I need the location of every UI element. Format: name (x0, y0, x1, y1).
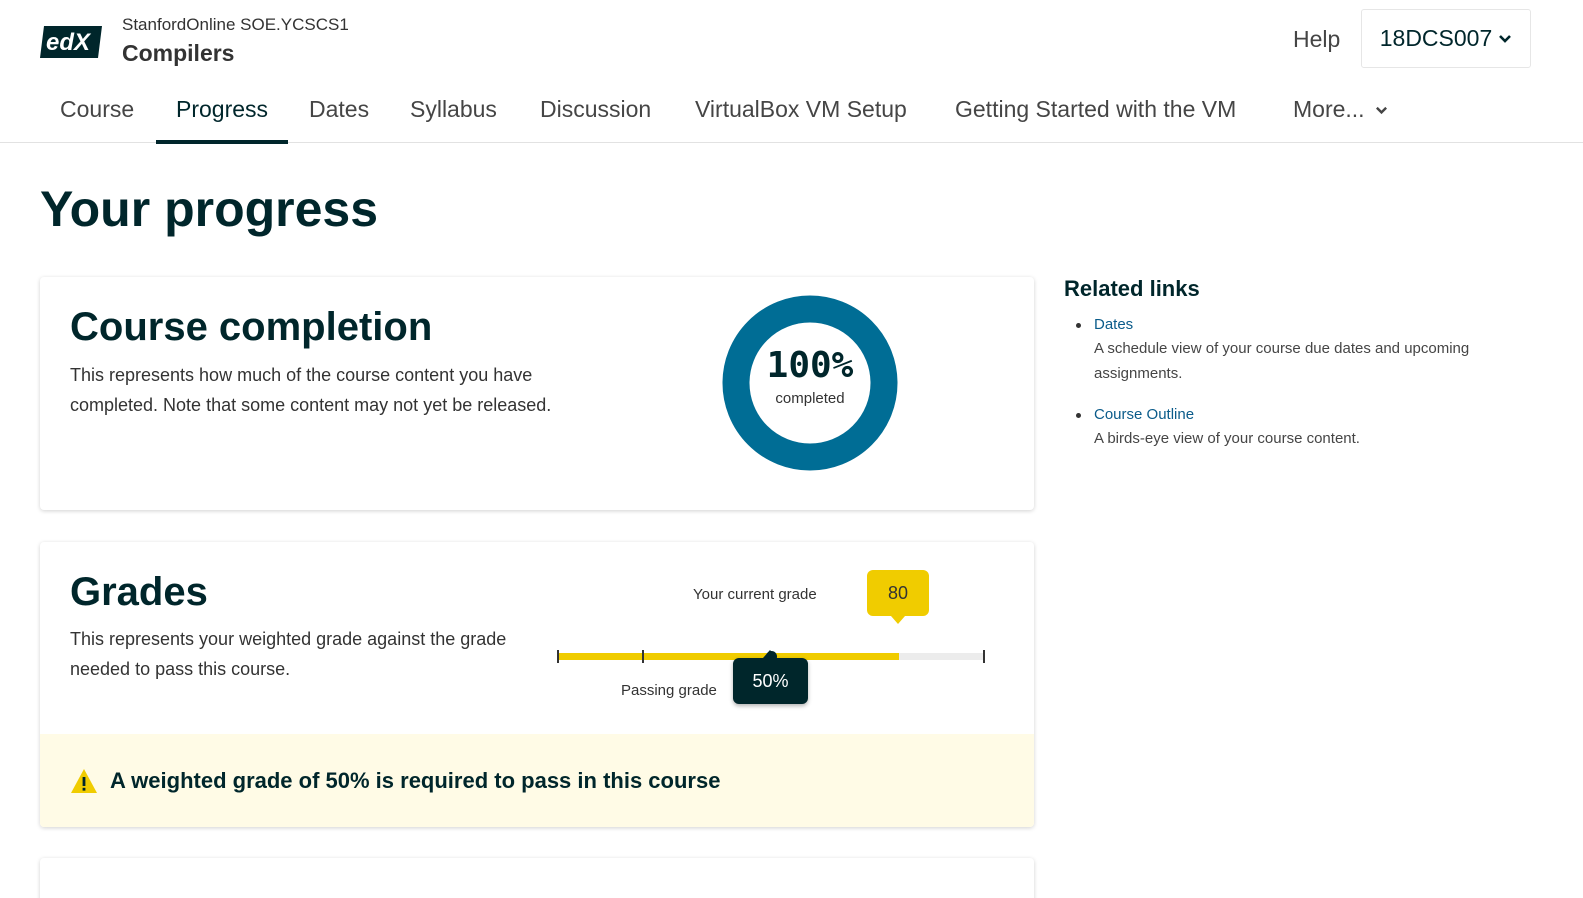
course-completion-card: Course completion This represents how mu… (40, 277, 1034, 510)
link-course-outline[interactable]: Course Outline (1094, 406, 1194, 423)
tab-more[interactable]: More... (1273, 82, 1408, 143)
course-tabs: Course Progress Dates Syllabus Discussio… (0, 82, 1583, 144)
current-grade-label: Your current grade (693, 586, 817, 603)
svg-text:edX: edX (46, 29, 92, 56)
link-dates[interactable]: Dates (1094, 316, 1133, 333)
tab-discussion[interactable]: Discussion (520, 82, 671, 143)
site-header: edX StanfordOnline SOE.YCSCS1 Compilers … (0, 0, 1583, 80)
completion-percent: 100% (766, 345, 854, 386)
alert-text: A weighted grade of 50% is required to p… (110, 767, 721, 793)
grades-description: This represents your weighted grade agai… (70, 629, 507, 679)
grade-bar-fill (557, 653, 900, 660)
chevron-down-icon (1375, 107, 1387, 115)
grade-bar-tick-start (557, 650, 559, 663)
tab-dates[interactable]: Dates (289, 82, 389, 143)
tab-syllabus[interactable]: Syllabus (390, 82, 517, 143)
passing-grade-bubble: 50% (733, 650, 808, 704)
grade-bar-tick-section (642, 650, 644, 663)
grades-card: Grades This represents your weighted gra… (40, 542, 1034, 827)
username: 18DCS007 (1379, 25, 1493, 51)
course-org: StanfordOnline SOE.YCSCS1 (122, 15, 349, 34)
next-card (40, 858, 1034, 898)
related-links: Related links Dates A schedule view of y… (1064, 276, 1544, 469)
grades-heading: Grades (70, 570, 208, 614)
link-dates-description: A schedule view of your course due dates… (1094, 340, 1470, 382)
tab-getting-started-vm[interactable]: Getting Started with the VM (935, 82, 1256, 143)
tab-course[interactable]: Course (40, 82, 154, 143)
related-links-heading: Related links (1064, 276, 1200, 301)
related-links-list: Dates A schedule view of your course due… (1064, 314, 1544, 451)
course-title: Compilers (122, 40, 235, 66)
help-link[interactable]: Help (1293, 26, 1340, 53)
chevron-down-icon (1499, 34, 1512, 43)
related-link-item: Dates A schedule view of your course due… (1064, 314, 1544, 386)
tab-virtualbox-vm-setup[interactable]: VirtualBox VM Setup (675, 82, 927, 143)
completion-description: This represents how much of the course c… (70, 365, 552, 415)
completion-sub-label: completed (775, 390, 845, 407)
passing-requirement-alert: A weighted grade of 50% is required to p… (40, 734, 1034, 827)
page-title: Your progress (40, 181, 379, 237)
tab-progress[interactable]: Progress (156, 82, 289, 144)
warning-icon (71, 768, 97, 793)
link-course-outline-description: A birds-eye view of your course content. (1094, 430, 1360, 447)
completion-heading: Course completion (70, 305, 433, 349)
passing-grade-label: Passing grade (621, 682, 717, 699)
related-link-item: Course Outline A birds-eye view of your … (1064, 404, 1544, 451)
grade-bar-chart: Your current grade 80 Passing grade 50% (555, 562, 995, 712)
edx-logo[interactable]: edX (40, 24, 102, 60)
grade-bar-tick-end (983, 650, 985, 663)
current-grade-bubble: 80 (867, 570, 929, 624)
user-menu-button[interactable]: 18DCS007 (1361, 9, 1531, 68)
